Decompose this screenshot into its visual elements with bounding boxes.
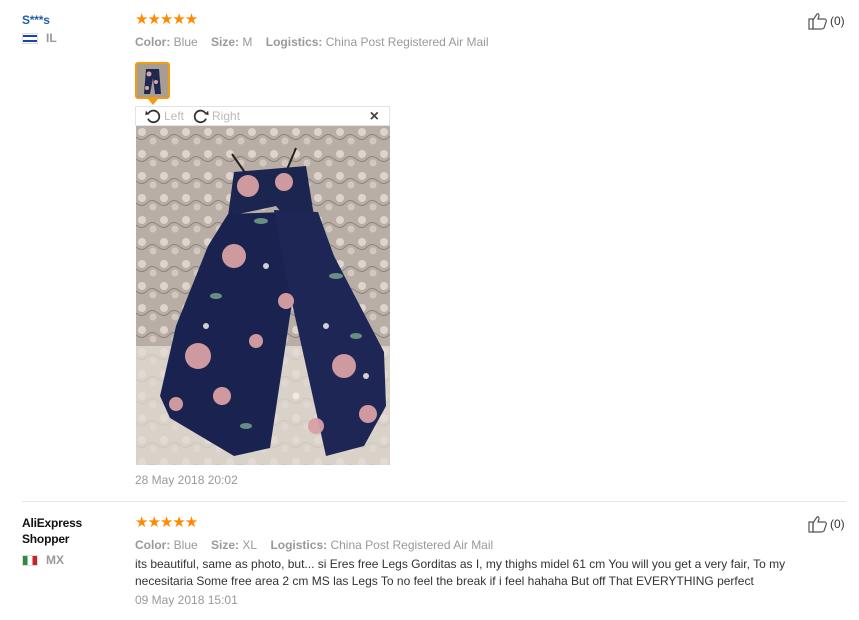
reviewer-name: AliExpress Shopper	[22, 516, 83, 546]
rotate-left-button[interactable]: Left	[144, 107, 184, 125]
reviewer-info: AliExpress Shopper MX	[22, 515, 92, 567]
review-item: S***s IL ★★★★★ Color: Blue Size: M Logis…	[0, 0, 859, 500]
rotate-right-button[interactable]: Right	[192, 107, 240, 125]
size-value: XL	[242, 538, 258, 552]
jumpsuit-photo	[136, 126, 390, 465]
helpful-count: (0)	[830, 517, 845, 531]
logistics-label: Logistics:	[265, 35, 323, 49]
flag-icon	[22, 32, 38, 44]
review-photo	[136, 126, 390, 465]
review-content: ★★★★★ Color: Blue Size: M Logistics: Chi…	[135, 11, 499, 50]
helpful-count: (0)	[830, 14, 845, 28]
helpful-button[interactable]: (0)	[808, 515, 845, 533]
order-info: Color: Blue Size: M Logistics: China Pos…	[135, 35, 499, 49]
size-label: Size:	[211, 35, 240, 49]
review-photo-thumbnail[interactable]	[135, 62, 170, 99]
helpful-button[interactable]: (0)	[808, 12, 845, 30]
reviewer-country: IL	[22, 31, 57, 45]
rotate-left-icon	[145, 109, 161, 124]
country-code: MX	[46, 553, 64, 567]
logistics-label: Logistics:	[270, 538, 328, 552]
reviewer-info: S***s IL	[22, 12, 57, 45]
flag-icon	[22, 554, 38, 566]
rotate-right-icon	[193, 109, 209, 124]
size-value: M	[242, 35, 253, 49]
review-date: 28 May 2018 20:02	[135, 473, 238, 487]
review-text: its beautiful, same as photo, but... si …	[135, 557, 786, 588]
thumbnail-pointer	[148, 99, 158, 105]
thumbnail-image	[137, 64, 168, 97]
review-item: AliExpress Shopper MX ★★★★★ Color: Blue …	[0, 502, 859, 620]
photo-viewer-toolbar: Left Right ×	[135, 106, 390, 126]
reviewer-country: MX	[22, 553, 92, 567]
reviewer-name: S***s	[22, 13, 50, 27]
color-label: Color:	[135, 35, 171, 49]
review-content: ★★★★★ Color: Blue Size: XL Logistics: Ch…	[135, 514, 815, 608]
color-value: Blue	[173, 538, 198, 552]
country-code: IL	[46, 31, 57, 45]
rotate-left-label: Left	[164, 109, 185, 123]
color-label: Color:	[135, 538, 171, 552]
star-rating: ★★★★★	[135, 11, 198, 28]
thumbs-up-icon	[808, 516, 827, 533]
logistics-value: China Post Registered Air Mail	[330, 538, 494, 552]
close-icon[interactable]: ×	[370, 107, 379, 127]
order-info: Color: Blue Size: XL Logistics: China Po…	[135, 538, 815, 552]
color-value: Blue	[173, 35, 198, 49]
rotate-right-label: Right	[212, 109, 241, 123]
logistics-value: China Post Registered Air Mail	[325, 35, 489, 49]
size-label: Size:	[211, 538, 240, 552]
thumbs-up-icon	[808, 13, 827, 30]
star-rating: ★★★★★	[135, 514, 198, 531]
review-date: 09 May 2018 15:01	[135, 593, 238, 607]
